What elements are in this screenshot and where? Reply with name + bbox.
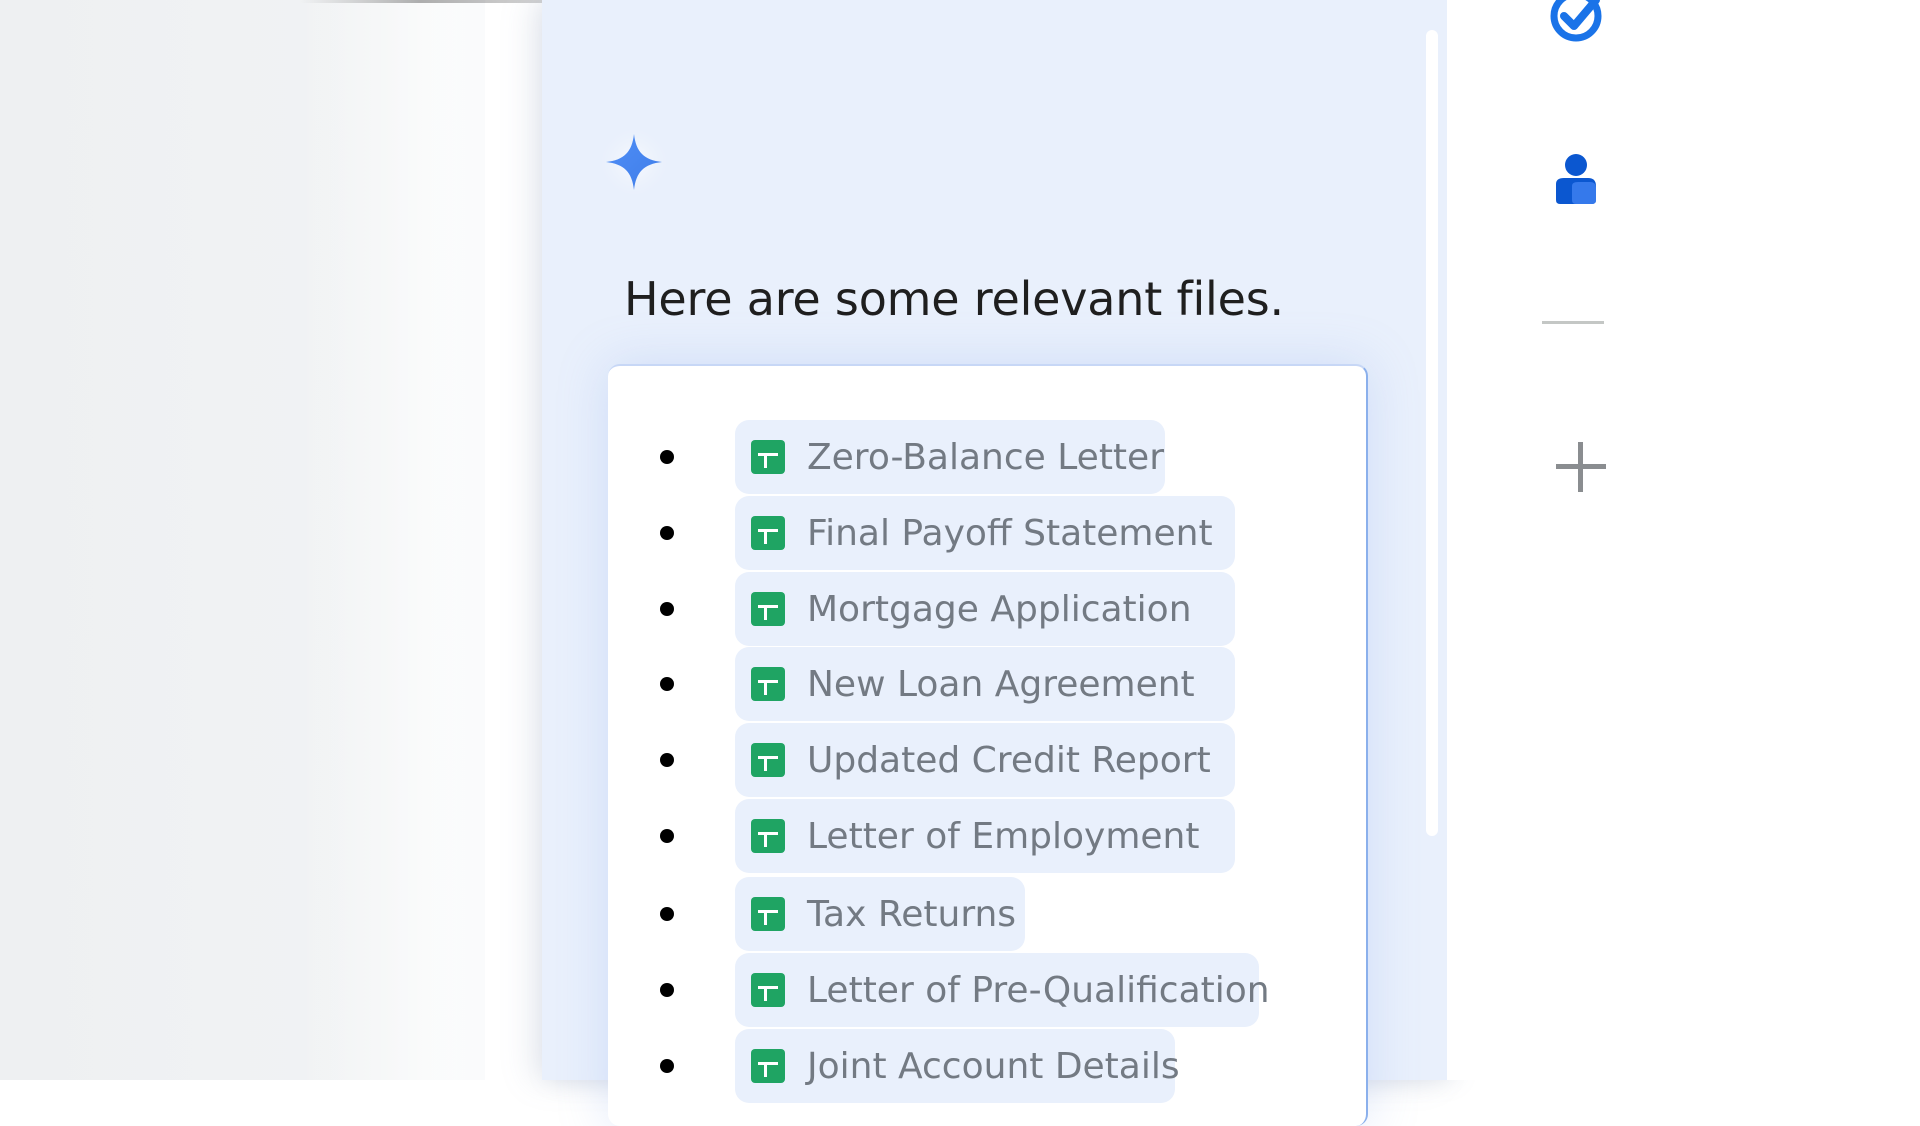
list-item: Letter of Pre-Qualification <box>608 953 1366 1027</box>
file-chip[interactable]: New Loan Agreement <box>735 647 1235 721</box>
list-item: Mortgage Application <box>608 572 1366 646</box>
list-item: Zero-Balance Letter <box>608 420 1366 494</box>
file-name: Zero-Balance Letter <box>807 436 1164 478</box>
sheets-icon <box>751 973 785 1007</box>
sheets-icon <box>751 897 785 931</box>
list-item: Letter of Employment <box>608 799 1366 873</box>
bullet <box>660 829 674 843</box>
bullet <box>660 983 674 997</box>
tasks-icon[interactable] <box>1546 0 1610 48</box>
file-chip[interactable]: Letter of Pre-Qualification <box>735 953 1270 1027</box>
sheets-icon <box>751 440 785 474</box>
rail-divider <box>1542 321 1604 324</box>
bullet <box>660 602 674 616</box>
file-chip[interactable]: Tax Returns <box>735 877 1025 951</box>
sheets-icon <box>751 819 785 853</box>
panel-scrollbar[interactable] <box>1426 30 1438 836</box>
contacts-icon[interactable] <box>1546 150 1602 212</box>
bullet <box>660 526 674 540</box>
file-chip[interactable]: Final Payoff Statement <box>735 496 1235 570</box>
sheets-icon <box>751 743 785 777</box>
list-item: Joint Account Details <box>608 1029 1366 1103</box>
list-item: New Loan Agreement <box>608 647 1366 721</box>
bullet <box>660 907 674 921</box>
gemini-sparkle-icon <box>606 134 662 190</box>
bullet <box>660 677 674 691</box>
file-chip[interactable]: Mortgage Application <box>735 572 1235 646</box>
bullet <box>660 753 674 767</box>
file-name: Updated Credit Report <box>807 739 1211 781</box>
file-chip[interactable]: Letter of Employment <box>735 799 1235 873</box>
background-area <box>0 0 485 1080</box>
file-chip[interactable]: Zero-Balance Letter <box>735 420 1165 494</box>
list-item: Final Payoff Statement <box>608 496 1366 570</box>
response-heading: Here are some relevant files. <box>624 272 1284 326</box>
file-list-card: Zero-Balance Letter Final Payoff Stateme… <box>608 364 1368 1126</box>
bullet <box>660 1059 674 1073</box>
sheets-icon <box>751 516 785 550</box>
file-name: Joint Account Details <box>807 1045 1180 1087</box>
list-item: Updated Credit Report <box>608 723 1366 797</box>
file-chip[interactable]: Joint Account Details <box>735 1029 1180 1103</box>
add-icon[interactable] <box>1554 440 1608 494</box>
file-name: New Loan Agreement <box>807 663 1195 705</box>
sheets-icon <box>751 1049 785 1083</box>
sheets-icon <box>751 667 785 701</box>
file-name: Letter of Employment <box>807 815 1200 857</box>
file-name: Tax Returns <box>807 893 1017 935</box>
list-item: Tax Returns <box>608 877 1366 951</box>
sheets-icon <box>751 592 785 626</box>
file-name: Final Payoff Statement <box>807 512 1213 554</box>
file-name: Letter of Pre-Qualification <box>807 969 1270 1011</box>
file-chip[interactable]: Updated Credit Report <box>735 723 1235 797</box>
side-rail <box>1447 0 1920 1080</box>
file-name: Mortgage Application <box>807 588 1192 630</box>
bullet <box>660 450 674 464</box>
